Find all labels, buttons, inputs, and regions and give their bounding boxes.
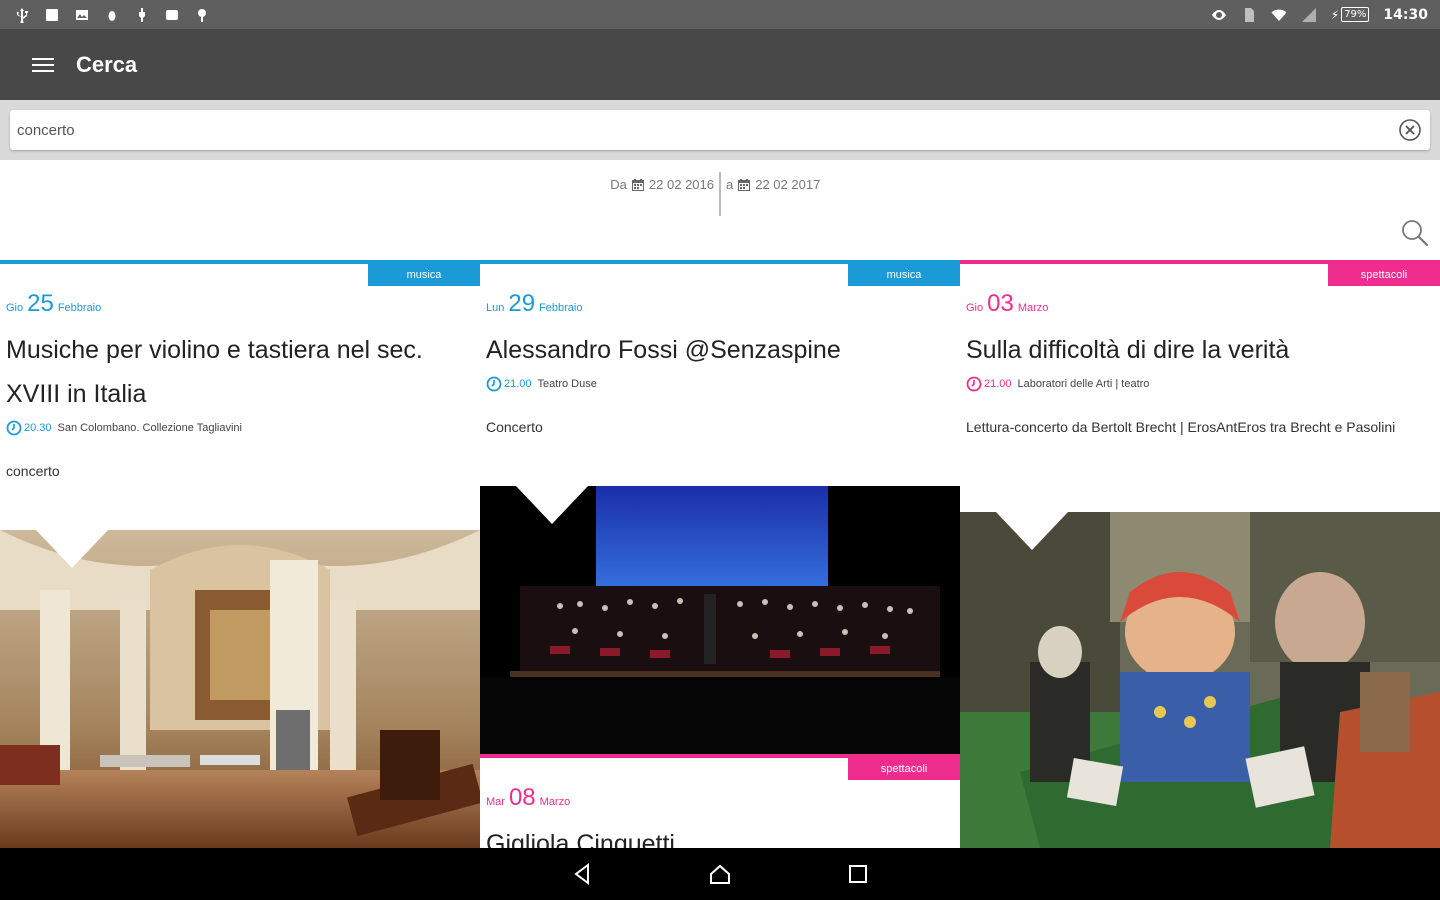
event-time-value: 21.00 [504,378,532,390]
event-month: Marzo [1017,302,1049,314]
battery-level: 79% [1341,7,1370,22]
event-description: Concerto [486,419,543,435]
clear-search-icon[interactable] [1398,118,1422,142]
painting-image [960,512,1440,848]
page-title: Cerca [76,51,138,77]
event-location: San Colombano. Collezione Tagliavini [57,422,242,434]
event-location: Laboratori delle Arti | teatro [1017,378,1150,390]
recents-icon [849,865,867,883]
category-tag[interactable]: musica [368,264,480,286]
search-input[interactable] [10,110,1380,150]
eye-icon [1211,7,1227,23]
app-bar: Cerca [0,29,1440,100]
category-tag[interactable]: spettacoli [848,758,960,780]
event-title: Musiche per violino e tastiera nel sec. … [6,336,423,408]
date-divider [719,172,721,216]
calendar-icon [631,178,644,191]
debug-icon [104,7,120,23]
event-location: Teatro Duse [537,378,597,390]
status-system: ⚡ 79% 14:30 [1211,7,1428,23]
clock-icon [6,420,22,436]
event-weekday: Mar [486,796,505,808]
event-day: 25 [27,290,54,317]
clock-icon [486,376,502,392]
event-image[interactable] [0,530,480,848]
orchestra-image [480,486,960,754]
event-time: 21.00 [486,376,532,392]
event-time: 21.00 [966,376,1012,392]
event-card[interactable]: musica Lun 29 Febbraio Alessandro Fossi … [480,260,960,440]
search-bar [0,100,1440,160]
clock-icon [966,376,982,392]
wifi-icon [1271,7,1287,23]
event-month: Febbraio [539,302,583,314]
status-bar: ⚡ 79% 14:30 [0,0,1440,29]
event-weekday: Lun [486,302,505,314]
usb-debug-icon [134,7,150,23]
category-tag[interactable]: spettacoli [1328,264,1440,286]
battery-indicator: ⚡ 79% [1331,7,1370,22]
notification-icon [44,7,60,23]
event-weekday: Gio [6,302,24,314]
category-tag[interactable]: musica [848,264,960,286]
navigation-bar [0,848,1440,900]
event-title: Gigliola Cinquetti [486,830,675,848]
event-month: Marzo [539,796,571,808]
event-card[interactable]: spettacoli Gio 03 Marzo Sulla difficoltà… [960,260,1440,440]
home-button[interactable] [706,860,734,888]
back-icon [574,863,589,885]
event-title: Sulla difficoltà di dire la verità [966,336,1290,364]
date-from-label: Da [610,177,627,192]
event-image[interactable] [480,486,960,754]
event-column-3: spettacoli Gio 03 Marzo Sulla difficoltà… [960,260,1440,848]
date-from-picker[interactable]: Da 22 02 2016 [610,177,714,192]
recents-button[interactable] [844,860,872,888]
church-interior-image [0,530,480,848]
event-time: 20.30 [6,420,52,436]
event-day: 08 [508,784,536,811]
event-card[interactable]: spettacoli Mar 08 Marzo Gigliola Cinquet… [480,754,960,848]
event-image[interactable] [960,512,1440,848]
event-month: Febbraio [57,302,102,314]
status-clock: 14:30 [1383,6,1428,23]
event-time-value: 20.30 [24,422,52,434]
event-day: 29 [508,290,536,317]
location-pin-icon [194,7,210,23]
card-notch [36,530,108,568]
event-meta: 20.30 San Colombano. Collezione Tagliavi… [0,416,480,436]
date-to-picker[interactable]: a 22 02 2017 [726,177,820,192]
photos-icon [164,7,180,23]
status-notifications [14,7,210,23]
event-description: Lettura-concerto da Bertolt Brecht | Ero… [966,419,1396,435]
search-icon[interactable] [1400,218,1430,248]
card-notch [516,486,588,524]
charging-icon: ⚡ [1330,7,1340,22]
home-icon [710,864,730,884]
event-time-value: 21.00 [984,378,1012,390]
event-card[interactable]: musica Gio 25 Febbraio Musiche per violi… [0,260,480,484]
date-to-value: 22 02 2017 [755,177,821,192]
sim-icon [1241,7,1257,23]
image-icon [74,7,90,23]
event-description: concerto [6,463,60,479]
usb-icon [14,7,30,23]
event-column-1: musica Gio 25 Febbraio Musiche per violi… [0,260,480,848]
date-from-value: 22 02 2016 [648,177,714,192]
date-range-filter: Da 22 02 2016 a 22 02 2017 [0,160,1440,260]
event-weekday: Gio [966,302,984,314]
event-meta: 21.00 Teatro Duse [480,372,960,392]
calendar-icon [738,178,751,191]
date-to-label: a [726,177,734,192]
search-box [10,110,1430,150]
card-notch [996,512,1068,550]
back-button[interactable] [568,860,596,888]
event-title: Alessandro Fossi @Senzaspine [486,336,841,364]
signal-icon [1301,7,1317,23]
event-day: 03 [987,290,1014,317]
event-column-2: musica Lun 29 Febbraio Alessandro Fossi … [480,260,960,848]
event-meta: 21.00 Laboratori delle Arti | teatro [960,372,1440,392]
hamburger-menu-icon[interactable] [32,51,60,79]
